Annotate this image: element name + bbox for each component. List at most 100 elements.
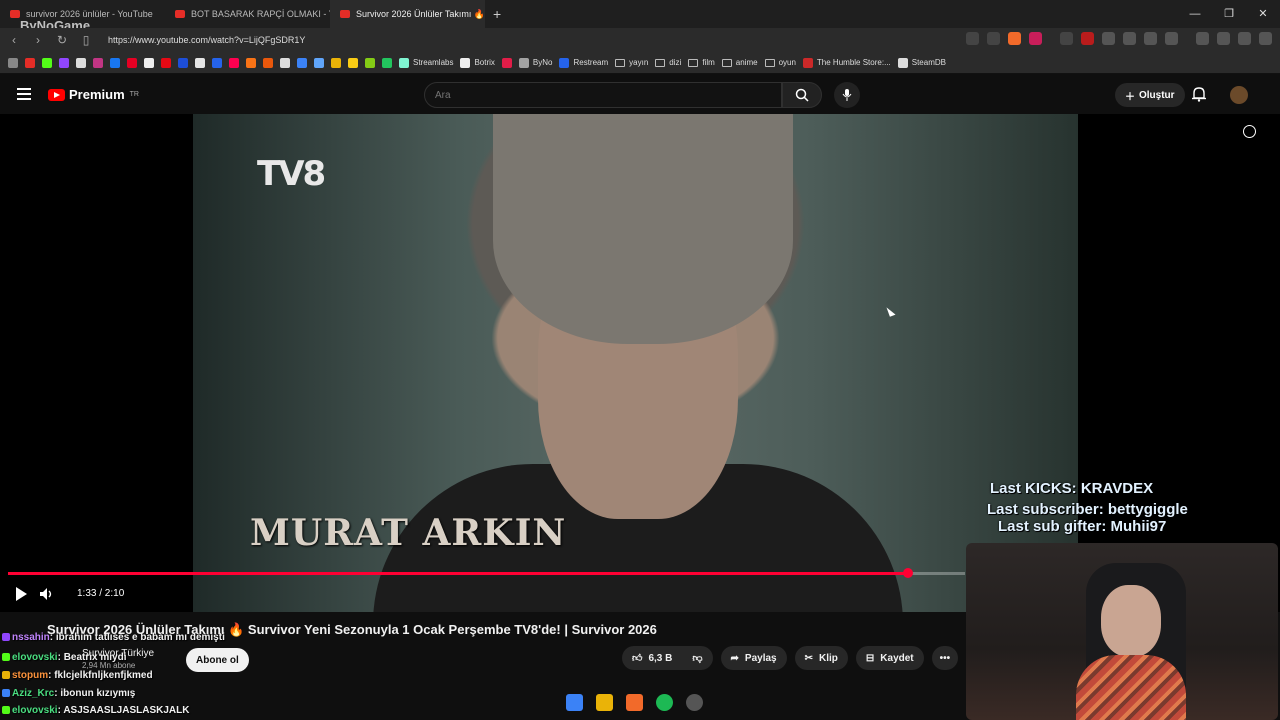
voice-search-button[interactable]	[834, 82, 860, 108]
streamlabs-icon	[399, 57, 409, 68]
search-button[interactable]	[782, 82, 822, 108]
bookmark-botrix[interactable]: Botrix	[460, 57, 495, 68]
tab-rap-video[interactable]: BOT BASARAK RAPÇİ OLMAKI - YouT	[165, 0, 330, 28]
sidebar-icon[interactable]	[1165, 32, 1178, 45]
minimize-icon[interactable]: —	[1178, 0, 1212, 28]
obs-icon[interactable]	[686, 694, 703, 711]
spotify-icon[interactable]	[656, 694, 673, 711]
save-button[interactable]: ⊟ Kaydet	[855, 646, 924, 670]
forward-icon[interactable]: ›	[28, 33, 48, 47]
twitch-bookmark-icon[interactable]	[59, 57, 69, 68]
folder-icon	[764, 58, 775, 67]
facebook-bookmark-icon[interactable]	[110, 57, 120, 68]
bookmark-icon[interactable]	[280, 57, 290, 68]
bookmark-icon[interactable]	[178, 57, 188, 68]
extension-icon[interactable]	[1102, 32, 1115, 45]
extension-icon[interactable]	[1081, 32, 1094, 45]
bookmark-icon[interactable]	[246, 57, 256, 68]
youtube-favicon-icon	[10, 10, 20, 18]
share-icon[interactable]	[987, 32, 1000, 45]
brave-shield-icon[interactable]	[1008, 32, 1021, 45]
youtube-bookmark-icon[interactable]	[25, 57, 35, 68]
webcam-sweater	[1076, 655, 1186, 720]
bookmark-folder-yayin[interactable]: yayın	[615, 58, 648, 67]
wallet-icon[interactable]	[1217, 32, 1230, 45]
share-button[interactable]: ➦ Paylaş	[720, 646, 787, 670]
webcam-streamer	[1101, 585, 1161, 657]
more-actions-button[interactable]: •••	[931, 646, 959, 670]
bookmark-icon[interactable]	[348, 57, 358, 68]
tiktok-bookmark-icon[interactable]	[144, 57, 154, 68]
steamdb-icon	[897, 57, 908, 68]
thumbs-up-icon: 👍︎	[632, 653, 643, 664]
folder-icon	[688, 58, 699, 67]
tab-survivor-video[interactable]: Survivor 2026 Ünlüler Takımı 🔥✕	[330, 0, 485, 28]
dislike-icon[interactable]: 👎︎	[692, 652, 702, 664]
reload-icon[interactable]: ↻	[52, 33, 72, 47]
new-tab-icon[interactable]: +	[493, 6, 501, 22]
youtube-header: PremiumTR ＋Oluştur	[0, 74, 1280, 114]
clip-button[interactable]: ✂ Klip	[794, 646, 848, 670]
bookmark-icon[interactable]	[331, 57, 341, 68]
search-input[interactable]	[424, 82, 782, 108]
extensions-puzzle-icon[interactable]	[1144, 32, 1157, 45]
youtube-premium-logo[interactable]: Premium TR	[48, 87, 139, 102]
cast-icon[interactable]	[966, 32, 979, 45]
menu-icon[interactable]	[1259, 32, 1272, 45]
windows-start-icon[interactable]	[566, 694, 583, 711]
subscribe-button[interactable]: Abone ol	[186, 648, 249, 672]
create-button[interactable]: ＋ Oluştur	[1115, 83, 1185, 107]
netflix-bookmark-icon[interactable]	[161, 57, 171, 68]
bookmark-steamdb[interactable]: SteamDB	[897, 57, 946, 68]
bookmark-folder-film[interactable]: film	[688, 58, 715, 67]
music-icon[interactable]	[1196, 32, 1209, 45]
progress-bar[interactable]	[8, 568, 965, 578]
extension-icon[interactable]	[1060, 32, 1073, 45]
play-icon[interactable]	[16, 586, 27, 601]
bookmark-icon[interactable]	[365, 57, 375, 68]
bookmark-icon[interactable]	[212, 57, 222, 68]
extension-icon[interactable]	[1123, 32, 1136, 45]
overlay-last-kicks: Last KICKS: KRAVDEX	[990, 480, 1154, 497]
bookmark-streamlabs[interactable]: Streamlabs	[399, 57, 453, 68]
bookmark-icon[interactable]: ▯	[76, 33, 96, 47]
bookmark-icon[interactable]	[229, 57, 239, 68]
x-bookmark-icon[interactable]	[76, 57, 86, 68]
volume-icon[interactable]	[39, 587, 55, 601]
kick-bookmark-icon[interactable]	[42, 57, 52, 68]
hamburger-menu-icon[interactable]	[17, 88, 31, 100]
url-text[interactable]: https://www.youtube.com/watch?v=LijQFgSD…	[108, 35, 305, 45]
back-icon[interactable]: ‹	[4, 33, 24, 47]
bookmark-folder-oyun[interactable]: oyun	[764, 58, 796, 67]
apps-grid-icon[interactable]	[8, 57, 18, 68]
info-icon[interactable]	[1243, 125, 1256, 138]
whatsapp-bookmark-icon[interactable]	[382, 57, 392, 68]
maximize-icon[interactable]: ❐	[1212, 0, 1246, 28]
close-window-icon[interactable]: ✕	[1246, 0, 1280, 28]
bookmark-folder-dizi[interactable]: dizi	[655, 58, 681, 67]
instagram-bookmark-icon[interactable]	[93, 57, 103, 68]
progress-scrubber[interactable]	[902, 568, 913, 578]
bookmark-icon[interactable]	[297, 57, 307, 68]
leo-icon[interactable]	[1238, 32, 1251, 45]
pinterest-bookmark-icon[interactable]	[127, 57, 137, 68]
bookmark-restream[interactable]: Restream	[559, 57, 608, 68]
avatar[interactable]	[1230, 86, 1248, 104]
bookmark-icon[interactable]	[263, 57, 273, 68]
bookmark-icon[interactable]	[195, 57, 205, 68]
extensions-bar	[966, 32, 1272, 45]
notifications-bell-icon[interactable]	[1192, 86, 1206, 102]
video-player[interactable]: TV8 MURAT ARKIN 1:33 / 2:10	[0, 114, 1280, 612]
brave-browser-icon[interactable]	[626, 694, 643, 711]
file-explorer-icon[interactable]	[596, 694, 613, 711]
os-taskbar	[566, 694, 703, 711]
folder-icon	[721, 58, 732, 67]
rewards-icon[interactable]	[1029, 32, 1042, 45]
bookmark-icon[interactable]	[501, 57, 512, 68]
bookmark-icon[interactable]	[314, 57, 324, 68]
player-controls: 1:33 / 2:10	[12, 584, 135, 603]
bookmark-folder-anime[interactable]: anime	[721, 58, 758, 67]
like-button[interactable]: 👍︎ 6,3 B 👎︎	[622, 646, 713, 670]
bookmark-byno[interactable]: ByNo	[518, 57, 552, 68]
bookmark-humble-store[interactable]: The Humble Store:...	[802, 57, 891, 68]
